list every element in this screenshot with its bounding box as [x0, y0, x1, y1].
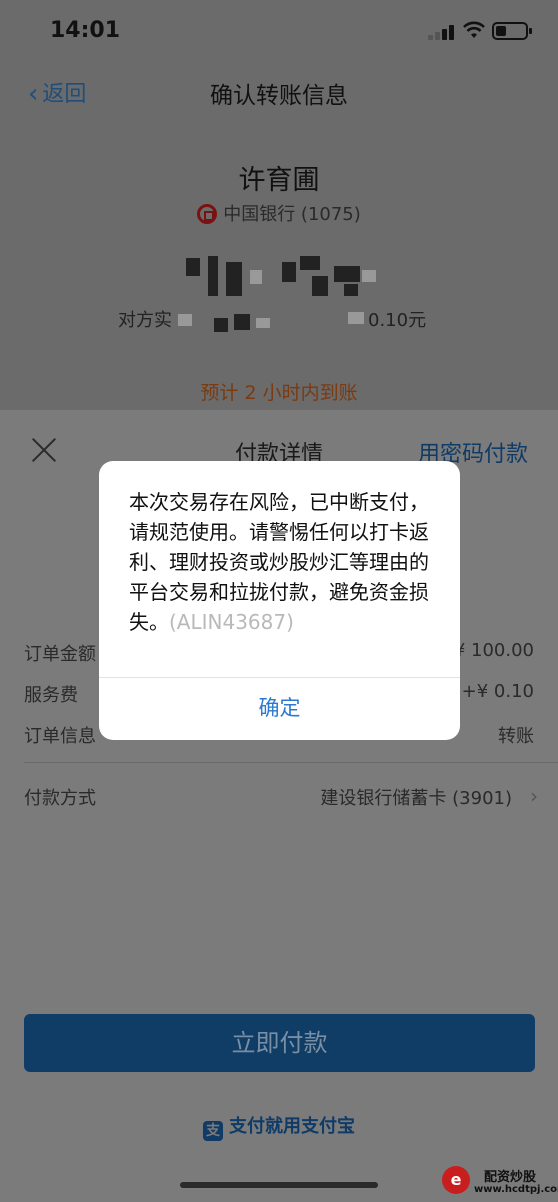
bank-label: 中国银行 (1075): [223, 204, 361, 225]
risk-alert-dialog: 本次交易存在风险，已中断支付，请规范使用。请警惕任何以打卡返利、理财投资或炒股炒…: [99, 461, 460, 740]
confirm-button[interactable]: 确定: [99, 677, 460, 740]
payment-method-value: 建设银行储蓄卡 (3901): [320, 788, 512, 809]
watermark-url: www.hcdtpj.com: [474, 1184, 558, 1195]
divider: [24, 762, 558, 763]
chevron-right-icon: ›: [530, 784, 538, 808]
bank-of-china-icon: [197, 204, 218, 224]
watermark-name: 配资炒股: [484, 1170, 537, 1185]
signal-icon: [428, 24, 458, 40]
payment-method-label: 付款方式: [24, 788, 96, 809]
payee-name: 许育圃: [238, 165, 320, 196]
row-label: 服务费: [24, 685, 78, 706]
status-time: 14:01: [50, 18, 121, 43]
payee-bank: 中国银行 (1075): [0, 200, 558, 226]
row-value: 转账: [498, 726, 534, 747]
fee-text: 0.10元: [368, 310, 427, 331]
site-watermark: e 配资炒股 www.hcdtpj.com: [440, 1164, 558, 1202]
home-indicator: [180, 1182, 378, 1188]
brand-slogan: 支付就用支付宝: [229, 1116, 355, 1137]
wifi-icon: [463, 21, 485, 38]
nav-bar: ‹ 返回 确认转账信息: [0, 60, 558, 120]
alipay-brand: 支支付就用支付宝: [0, 1112, 558, 1141]
row-label: 订单金额: [24, 644, 96, 665]
watermark-logo-icon: e: [442, 1166, 470, 1194]
alipay-icon: 支: [203, 1121, 223, 1141]
transfer-confirm-page: 14:01 ‹ 返回 确认转账信息 许育圃 中国银行 (1075) 对方实 0.…: [0, 0, 558, 410]
arrival-estimate: 预计 2 小时内到账: [200, 382, 358, 404]
row-value: +¥ 0.10: [461, 681, 534, 702]
counterparty-label: 对方实: [118, 310, 172, 331]
payment-method-row[interactable]: 付款方式 建设银行储蓄卡 (3901) ›: [24, 784, 538, 814]
battery-icon: [492, 22, 532, 40]
row-value: ¥ 100.00: [453, 640, 534, 661]
status-bar: 14:01: [0, 0, 558, 60]
row-label: 订单信息: [24, 726, 96, 747]
pay-now-button[interactable]: 立即付款: [24, 1014, 535, 1072]
dialog-error-code: (ALIN43687): [169, 610, 294, 634]
page-title: 确认转账信息: [210, 83, 348, 109]
dialog-message: 本次交易存在风险，已中断支付，请规范使用。请警惕任何以打卡返利、理财投资或炒股炒…: [129, 487, 436, 637]
